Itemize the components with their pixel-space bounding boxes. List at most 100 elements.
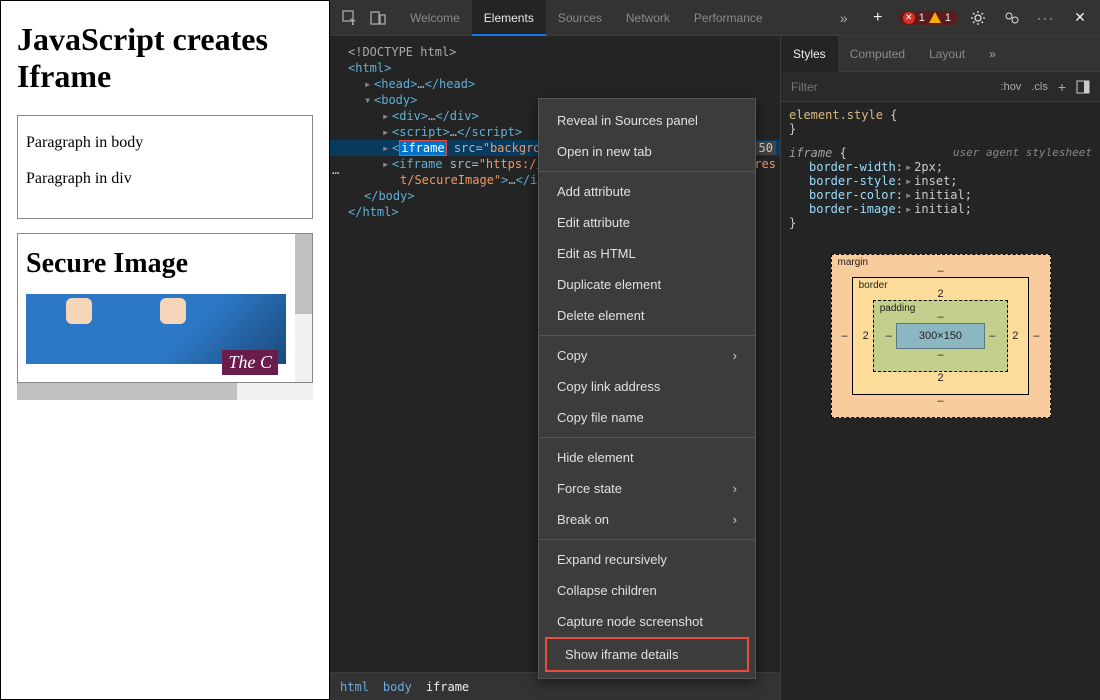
paragraph-body: Paragraph in body bbox=[26, 134, 304, 152]
context-menu: Reveal in Sources panel Open in new tab … bbox=[538, 98, 756, 679]
tab-styles[interactable]: Styles bbox=[781, 36, 838, 72]
tab-sources[interactable]: Sources bbox=[546, 0, 614, 36]
ctx-edit-attribute[interactable]: Edit attribute bbox=[539, 207, 755, 238]
bm-border-bottom: 2 bbox=[863, 372, 1019, 384]
more-tabs-icon[interactable]: » bbox=[832, 6, 856, 30]
error-count: 1 bbox=[919, 12, 925, 24]
dom-iframe-tag[interactable]: iframe bbox=[399, 140, 446, 156]
dom-head-close[interactable]: </head> bbox=[425, 77, 476, 91]
bm-margin-bottom: – bbox=[842, 395, 1040, 407]
tab-elements[interactable]: Elements bbox=[472, 0, 546, 36]
iframe-image: The C bbox=[26, 294, 286, 364]
issues-badge[interactable]: ✕1 1 bbox=[898, 11, 958, 25]
rule-iframe-selector[interactable]: iframe bbox=[789, 146, 832, 160]
dom-body-open[interactable]: <body> bbox=[374, 93, 417, 107]
kebab-icon[interactable]: ··· bbox=[1034, 6, 1058, 30]
ctx-add-attribute[interactable]: Add attribute bbox=[539, 176, 755, 207]
hov-toggle[interactable]: :hov bbox=[1001, 81, 1022, 93]
ctx-show-iframe-details[interactable]: Show iframe details bbox=[545, 637, 749, 672]
dom-iframe2[interactable]: <iframe bbox=[392, 157, 443, 171]
prop-border-width[interactable]: border-width bbox=[809, 160, 896, 174]
ctx-delete[interactable]: Delete element bbox=[539, 300, 755, 331]
scrollbar-horizontal[interactable] bbox=[17, 383, 313, 400]
new-rule-icon[interactable]: + bbox=[1058, 79, 1066, 95]
filter-input[interactable] bbox=[781, 80, 991, 94]
bm-margin-top: – bbox=[842, 265, 1040, 277]
inspect-icon[interactable] bbox=[338, 6, 362, 30]
dom-body-close[interactable]: </body> bbox=[364, 189, 415, 203]
ctx-copy[interactable]: Copy› bbox=[539, 340, 755, 371]
line-end-text: res bbox=[754, 157, 776, 171]
iframe-preview[interactable]: Secure Image The C bbox=[17, 233, 313, 383]
ctx-expand[interactable]: Expand recursively bbox=[539, 544, 755, 575]
prop-value[interactable]: initial; bbox=[914, 202, 972, 216]
crumb-body[interactable]: body bbox=[383, 680, 412, 694]
iframe-badge: The C bbox=[222, 350, 278, 375]
bm-padding-left: – bbox=[886, 330, 892, 342]
page-title: JavaScript creates Iframe bbox=[17, 21, 313, 95]
ctx-copy-file[interactable]: Copy file name bbox=[539, 402, 755, 433]
dom-div-open[interactable]: <div> bbox=[392, 109, 428, 123]
ctx-separator bbox=[539, 171, 755, 172]
prop-border-color[interactable]: border-color bbox=[809, 188, 896, 202]
prop-value[interactable]: inset; bbox=[914, 174, 957, 188]
ctx-collapse[interactable]: Collapse children bbox=[539, 575, 755, 606]
add-icon[interactable]: + bbox=[866, 6, 890, 30]
prop-value[interactable]: 2px; bbox=[914, 160, 943, 174]
prop-value[interactable]: initial; bbox=[914, 188, 972, 202]
filter-row: :hov .cls + bbox=[781, 72, 1100, 102]
bm-margin-label: margin bbox=[838, 257, 869, 268]
ua-stylesheet-label: user agent stylesheet bbox=[953, 146, 1092, 159]
dom-div-close[interactable]: </div> bbox=[435, 109, 478, 123]
gutter-dots-icon: ⋯ bbox=[332, 166, 341, 180]
ctx-separator bbox=[539, 539, 755, 540]
tab-performance[interactable]: Performance bbox=[682, 0, 775, 36]
ctx-separator bbox=[539, 437, 755, 438]
dom-head-open[interactable]: <head> bbox=[374, 77, 417, 91]
bm-padding-label: padding bbox=[880, 303, 916, 314]
gear-icon[interactable] bbox=[966, 6, 990, 30]
prop-border-style[interactable]: border-style bbox=[809, 174, 896, 188]
ctx-duplicate[interactable]: Duplicate element bbox=[539, 269, 755, 300]
crumb-iframe[interactable]: iframe bbox=[426, 680, 469, 694]
close-icon[interactable]: ✕ bbox=[1068, 6, 1092, 30]
rule-element-style[interactable]: element.style bbox=[789, 108, 883, 122]
crumb-html[interactable]: html bbox=[340, 680, 369, 694]
dom-html-close[interactable]: </html> bbox=[348, 205, 399, 219]
feedback-icon[interactable] bbox=[1000, 6, 1024, 30]
ctx-edit-html[interactable]: Edit as HTML bbox=[539, 238, 755, 269]
tab-network[interactable]: Network bbox=[614, 0, 682, 36]
ctx-reveal-sources[interactable]: Reveal in Sources panel bbox=[539, 105, 755, 136]
chevron-right-icon: › bbox=[733, 481, 737, 496]
error-icon: ✕ bbox=[903, 12, 915, 24]
iframe-heading: Secure Image bbox=[26, 248, 304, 280]
scrollbar-vertical[interactable] bbox=[295, 234, 312, 382]
ctx-break-on[interactable]: Break on› bbox=[539, 504, 755, 535]
dom-html-open[interactable]: <html> bbox=[348, 61, 391, 75]
dom-doctype[interactable]: <!DOCTYPE html> bbox=[348, 45, 456, 59]
styles-panel: Styles Computed Layout » :hov .cls + ele… bbox=[780, 36, 1100, 700]
style-rules[interactable]: element.style { } iframe {user agent sty… bbox=[781, 102, 1100, 236]
ctx-capture[interactable]: Capture node screenshot bbox=[539, 606, 755, 637]
box-model[interactable]: margin – – border 2 2 padding – bbox=[831, 254, 1051, 418]
prop-border-image[interactable]: border-image bbox=[809, 202, 896, 216]
tab-welcome[interactable]: Welcome bbox=[398, 0, 472, 36]
tab-computed[interactable]: Computed bbox=[838, 36, 917, 72]
dom-attr-src: src= bbox=[443, 157, 479, 171]
ctx-hide[interactable]: Hide element bbox=[539, 442, 755, 473]
bm-border-right: 2 bbox=[1012, 330, 1018, 342]
bm-border-label: border bbox=[859, 280, 888, 291]
ctx-copy-link[interactable]: Copy link address bbox=[539, 371, 755, 402]
ctx-open-new-tab[interactable]: Open in new tab bbox=[539, 136, 755, 167]
dom-script-close[interactable]: </script> bbox=[457, 125, 522, 139]
cls-toggle[interactable]: .cls bbox=[1031, 81, 1048, 93]
bm-padding-bottom: – bbox=[884, 349, 998, 361]
computed-toggle-icon[interactable] bbox=[1076, 80, 1090, 94]
more-tabs-icon[interactable]: » bbox=[977, 36, 1008, 72]
dom-script-open[interactable]: <script> bbox=[392, 125, 450, 139]
tab-layout[interactable]: Layout bbox=[917, 36, 977, 72]
dim-badge: 50 bbox=[756, 141, 776, 155]
device-icon[interactable] bbox=[366, 6, 390, 30]
dom-attr-val: "https:// bbox=[479, 157, 544, 171]
ctx-force-state[interactable]: Force state› bbox=[539, 473, 755, 504]
